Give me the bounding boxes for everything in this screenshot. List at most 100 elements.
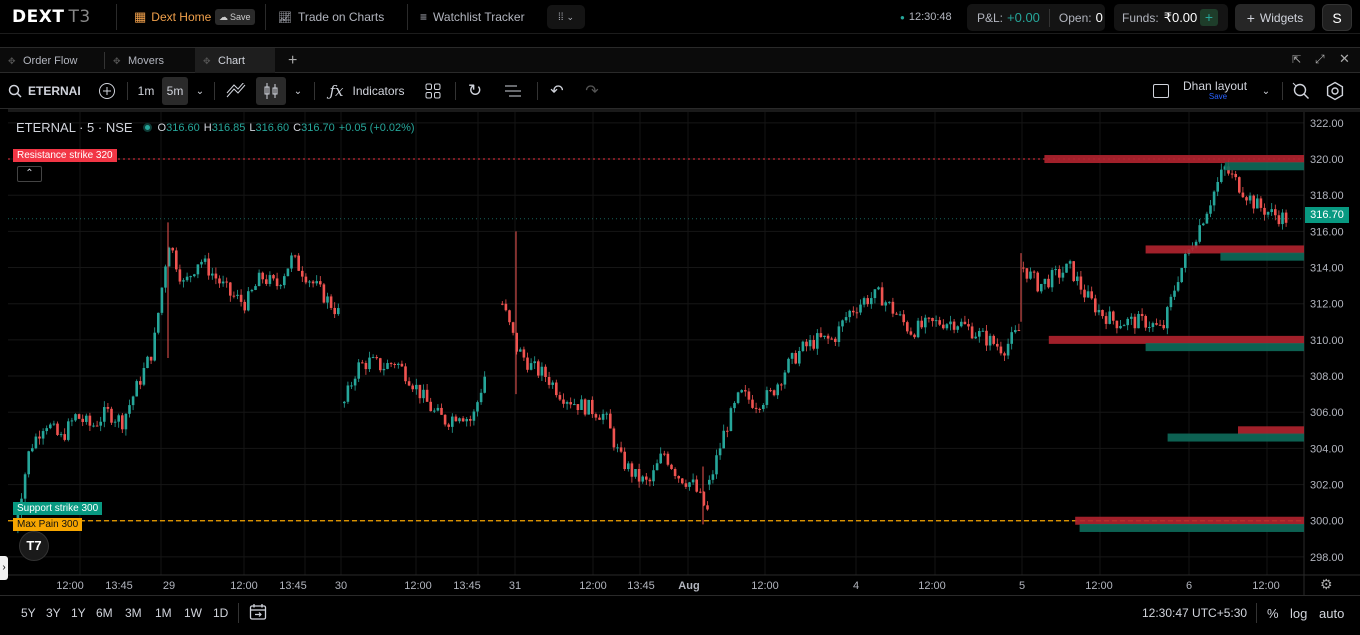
calendar-icon bbox=[249, 604, 267, 620]
range-6m-button[interactable]: 6M bbox=[96, 606, 113, 620]
tab-order-flow[interactable]: ✥ Order Flow bbox=[0, 48, 104, 73]
interval-dropdown[interactable]: ⌄ bbox=[192, 77, 208, 105]
popout-icon[interactable]: ⇱ bbox=[1292, 53, 1301, 66]
range-3m-button[interactable]: 3M bbox=[125, 606, 142, 620]
candle-body bbox=[895, 313, 898, 315]
add-tab-button[interactable]: + bbox=[280, 48, 304, 73]
function-icon: ƒx bbox=[329, 82, 344, 100]
utc-clock[interactable]: 12:30:47 UTC+5:30 bbox=[1142, 606, 1247, 620]
undo-button[interactable]: ↶ bbox=[545, 77, 569, 105]
templates-button[interactable] bbox=[420, 77, 446, 105]
y-tick-label: 306.00 bbox=[1310, 407, 1344, 419]
goto-date-button[interactable] bbox=[249, 603, 267, 624]
close-icon[interactable]: ✕ bbox=[1339, 51, 1350, 67]
candle-body bbox=[283, 276, 286, 286]
candle-body bbox=[139, 381, 142, 385]
x-tick-label: 13:45 bbox=[453, 580, 481, 592]
watchlist-tracker-link[interactable]: ≡ Watchlist Tracker bbox=[420, 0, 525, 34]
x-tick-label: 12:00 bbox=[404, 580, 432, 592]
sidebar-toggle-button[interactable]: › bbox=[0, 556, 8, 580]
candle-body bbox=[415, 384, 418, 390]
range-1m-button[interactable]: 1M bbox=[155, 606, 172, 620]
candle-body bbox=[934, 320, 938, 322]
candle-body bbox=[616, 447, 619, 449]
watchlist-label: Watchlist Tracker bbox=[433, 10, 525, 24]
dext-home-link[interactable]: ▦ Dext Home bbox=[134, 0, 211, 34]
layout-dropdown[interactable]: ⌄ bbox=[1258, 77, 1274, 105]
candle-body bbox=[1061, 272, 1065, 278]
candle-body bbox=[623, 451, 626, 470]
candle-body bbox=[630, 463, 634, 477]
candle-body bbox=[841, 320, 844, 327]
candle-body bbox=[1130, 316, 1133, 319]
candle-body bbox=[970, 326, 974, 339]
compare-symbol-button[interactable] bbox=[96, 77, 118, 105]
range-3y-button[interactable]: 3Y bbox=[46, 606, 61, 620]
candle-body bbox=[142, 368, 146, 385]
tab-label: Order Flow bbox=[23, 54, 78, 67]
candle-body bbox=[859, 304, 862, 313]
trading-panel-button[interactable] bbox=[500, 77, 526, 105]
apps-menu-button[interactable]: ⁞⁞ ⌄ bbox=[547, 5, 585, 29]
candle-body bbox=[1216, 181, 1219, 192]
y-tick-label: 312.00 bbox=[1310, 299, 1344, 311]
add-funds-button[interactable]: + bbox=[1200, 9, 1218, 26]
candle-body bbox=[801, 341, 805, 352]
candle-body bbox=[85, 415, 88, 422]
candle-body bbox=[1065, 263, 1068, 273]
candle-body bbox=[371, 357, 375, 359]
candle-body bbox=[178, 269, 182, 282]
candle-body bbox=[1137, 313, 1140, 329]
candle-body bbox=[808, 340, 812, 347]
chart-type-dropdown[interactable]: ⌄ bbox=[290, 77, 306, 105]
range-5y-button[interactable]: 5Y bbox=[21, 606, 36, 620]
candle-body bbox=[1205, 213, 1209, 224]
candle-body bbox=[1043, 278, 1047, 284]
chart-type-button[interactable] bbox=[256, 77, 286, 105]
candle-body bbox=[1277, 215, 1281, 225]
candle-body bbox=[1094, 298, 1097, 313]
chart-area[interactable]: 322.00 320.00 318.00 316.00 314.00 312.00 310.… bbox=[8, 109, 1360, 598]
drawing-tools-button[interactable] bbox=[222, 77, 250, 105]
widgets-button[interactable]: + Widgets bbox=[1235, 4, 1315, 31]
avatar[interactable]: S bbox=[1322, 4, 1352, 31]
price-chart[interactable]: 322.00 320.00 318.00 316.00 314.00 312.00 310.… bbox=[8, 112, 1360, 598]
collapse-legend-button[interactable]: ⌃ bbox=[17, 166, 42, 182]
layout-selector[interactable]: Dhan layout Save bbox=[1183, 79, 1253, 101]
range-1w-button[interactable]: 1W bbox=[184, 606, 202, 620]
log-scale-toggle[interactable]: log bbox=[1290, 606, 1307, 621]
layout-checkbox[interactable] bbox=[1150, 77, 1172, 105]
expand-icon[interactable]: ⤢ bbox=[1315, 52, 1325, 67]
candle-body bbox=[357, 362, 360, 379]
range-1y-button[interactable]: 1Y bbox=[71, 606, 86, 620]
candle-body bbox=[580, 399, 583, 411]
candle-body bbox=[924, 317, 927, 328]
candle-body bbox=[978, 330, 981, 337]
tradingview-logo[interactable]: T7 bbox=[19, 531, 49, 561]
candle-body bbox=[49, 424, 52, 429]
replay-button[interactable]: ↻ bbox=[463, 77, 487, 105]
redo-button[interactable]: ↷ bbox=[580, 77, 604, 105]
candle-body bbox=[529, 363, 533, 370]
close-label: C bbox=[293, 121, 302, 134]
quick-search-button[interactable] bbox=[1289, 77, 1313, 105]
percent-scale-toggle[interactable]: % bbox=[1267, 606, 1279, 621]
candle-body bbox=[691, 479, 695, 483]
interval-1m-button[interactable]: 1m bbox=[133, 77, 159, 105]
tab-movers[interactable]: ✥ Movers bbox=[105, 48, 195, 73]
app-logo[interactable]: DEXT T3 bbox=[12, 7, 91, 27]
symbol-search[interactable]: ETERNAI bbox=[8, 77, 82, 105]
candle-body bbox=[576, 404, 580, 411]
tab-chart[interactable]: ✥ Chart bbox=[195, 48, 275, 73]
interval-5m-button[interactable]: 5m bbox=[162, 77, 188, 105]
trade-on-charts-link[interactable]: 📈︎ Trade on Charts bbox=[278, 0, 384, 34]
range-1d-button[interactable]: 1D bbox=[213, 606, 228, 620]
save-button[interactable]: ☁ Save bbox=[215, 9, 255, 25]
candle-body bbox=[404, 366, 407, 382]
divider bbox=[1256, 603, 1257, 623]
candle-body bbox=[1032, 271, 1036, 273]
axis-settings-icon[interactable]: ⚙ bbox=[1320, 576, 1333, 593]
auto-scale-toggle[interactable]: auto bbox=[1319, 606, 1344, 621]
indicators-button[interactable]: ƒx Indicators bbox=[324, 77, 410, 105]
settings-button[interactable] bbox=[1323, 77, 1347, 105]
